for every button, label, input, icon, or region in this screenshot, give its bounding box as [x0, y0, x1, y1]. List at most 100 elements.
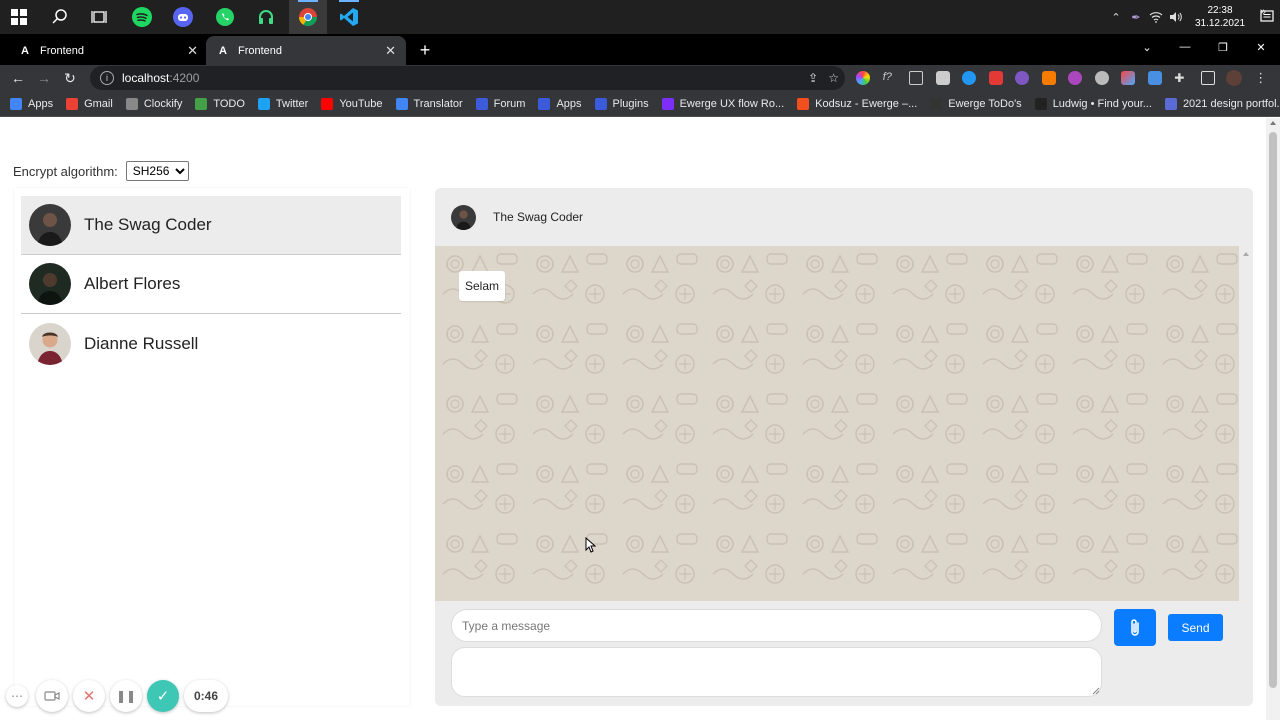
- pause-icon[interactable]: ❚❚: [110, 680, 142, 712]
- encrypt-algorithm-select[interactable]: SH256: [125, 161, 189, 181]
- chat-messages-area: Selam: [435, 246, 1239, 601]
- close-tab-icon[interactable]: ✕: [385, 43, 396, 59]
- spotify-icon[interactable]: [123, 0, 161, 34]
- scrollbar-thumb[interactable]: [1269, 132, 1277, 688]
- gmail-icon: [66, 97, 79, 110]
- chrome-menu-icon[interactable]: ⋮: [1248, 65, 1275, 91]
- bookmark-item[interactable]: Apps: [10, 97, 53, 110]
- close-window-icon[interactable]: ✕: [1242, 34, 1280, 60]
- bookmark-item[interactable]: Ludwig • Find your...: [1034, 97, 1152, 110]
- fox-extension-icon[interactable]: [1036, 65, 1063, 91]
- twitter-icon: [257, 97, 270, 110]
- notion-icon: [930, 97, 943, 110]
- notifications-icon[interactable]: [1254, 0, 1280, 34]
- headset-app-icon[interactable]: [247, 0, 285, 34]
- task-view-icon[interactable]: [80, 0, 118, 34]
- chat-panel: The Swag Coder Selam Type a message Send: [435, 188, 1253, 706]
- volume-icon[interactable]: [1166, 0, 1186, 34]
- bookmark-item[interactable]: Translator: [395, 97, 463, 110]
- bookmark-item[interactable]: Ewerge ToDo's: [930, 97, 1022, 110]
- bookmark-item[interactable]: YouTube: [321, 97, 383, 110]
- cloud-extension-icon[interactable]: [1089, 65, 1116, 91]
- share-icon[interactable]: ⇪: [808, 71, 818, 85]
- todo-check-icon: [195, 97, 208, 110]
- wifi-icon[interactable]: [1146, 0, 1166, 34]
- close-tab-icon[interactable]: ✕: [187, 43, 198, 59]
- bookmark-item[interactable]: TODO: [195, 97, 245, 110]
- discord-icon[interactable]: [164, 0, 202, 34]
- minimize-icon[interactable]: —: [1166, 34, 1204, 60]
- more-options-icon[interactable]: ⋯: [6, 685, 28, 707]
- contact-name: Albert Flores: [84, 274, 181, 293]
- contacts-panel: The Swag Coder Albert Flores Dianne Russ…: [14, 188, 410, 706]
- font-extension-icon[interactable]: f?: [877, 65, 904, 91]
- contact-item[interactable]: Albert Flores: [21, 255, 401, 314]
- bookmark-star-icon[interactable]: ☆: [828, 71, 839, 85]
- bookmark-label: Translator: [413, 97, 463, 110]
- bookmark-item[interactable]: Forum: [475, 97, 525, 110]
- search-icon[interactable]: [41, 0, 79, 34]
- scroll-up-icon[interactable]: [1270, 121, 1276, 125]
- restore-icon[interactable]: ❐: [1204, 34, 1242, 60]
- whatsapp-icon[interactable]: [206, 0, 244, 34]
- forward-arrow-icon[interactable]: →: [31, 65, 57, 91]
- blue-extension-icon[interactable]: [956, 65, 983, 91]
- more-bookmarks-icon[interactable]: »: [1260, 6, 1266, 18]
- message-textarea[interactable]: [451, 647, 1102, 697]
- profile-avatar-icon[interactable]: [1221, 65, 1248, 91]
- send-button[interactable]: Send: [1168, 614, 1223, 641]
- bookmark-item[interactable]: 2021 design portfol...: [1164, 97, 1280, 110]
- chevron-up-icon[interactable]: ⌃: [1106, 0, 1126, 34]
- avatar: [29, 263, 71, 305]
- taskbar-clock[interactable]: 22:38 31.12.2021: [1192, 4, 1248, 30]
- url-host: localhost: [122, 71, 170, 85]
- page-scrollbar[interactable]: [1266, 118, 1280, 720]
- message-input[interactable]: [451, 609, 1102, 642]
- attach-file-button[interactable]: [1114, 609, 1156, 646]
- bookmark-item[interactable]: Kodsuz - Ewerge –...: [797, 97, 918, 110]
- back-arrow-icon[interactable]: ←: [5, 65, 31, 91]
- browser-tab[interactable]: A Frontend ✕: [8, 36, 208, 65]
- pink-extension-icon[interactable]: [1062, 65, 1089, 91]
- color-picker-extension-icon[interactable]: [850, 65, 877, 91]
- side-panel-icon[interactable]: [1195, 65, 1222, 91]
- window-extension-icon[interactable]: [903, 65, 930, 91]
- multicolor-extension-icon[interactable]: [1115, 65, 1142, 91]
- scroll-up-icon[interactable]: [1243, 252, 1249, 256]
- bookmark-label: Twitter: [275, 97, 309, 110]
- vscode-icon[interactable]: [330, 0, 368, 34]
- finish-recording-icon[interactable]: ✓: [147, 680, 179, 712]
- bookmarks-bar: Apps Gmail Clockify TODO Twitter YouTube Trans…: [0, 91, 1280, 117]
- doc-extension-icon[interactable]: [1142, 65, 1169, 91]
- bookmark-item[interactable]: Clockify: [125, 97, 182, 110]
- bookmark-item[interactable]: Apps: [538, 97, 582, 110]
- chrome-icon[interactable]: [289, 0, 327, 34]
- camera-extension-icon[interactable]: [930, 65, 957, 91]
- site-info-icon[interactable]: i: [100, 71, 114, 85]
- bookmark-item[interactable]: Twitter: [257, 97, 309, 110]
- purple-extension-icon[interactable]: [1009, 65, 1036, 91]
- contact-item[interactable]: Dianne Russell: [21, 314, 401, 373]
- pen-icon[interactable]: ✒: [1126, 0, 1146, 34]
- chat-header: The Swag Coder: [435, 188, 1253, 246]
- contact-item[interactable]: The Swag Coder: [21, 196, 401, 255]
- red-extension-icon[interactable]: [983, 65, 1010, 91]
- ludwig-icon: [1034, 97, 1047, 110]
- cancel-recording-icon[interactable]: ✕: [73, 680, 105, 712]
- bookmark-item[interactable]: Gmail: [66, 97, 113, 110]
- system-tray: ⌃ ✒ 22:38 31.12.2021: [1106, 0, 1280, 34]
- new-tab-icon[interactable]: +: [414, 39, 436, 61]
- tab-search-icon[interactable]: ⌄: [1128, 34, 1166, 60]
- page-content: Encrypt algorithm: SH256 The Swag Coder …: [0, 118, 1266, 720]
- reload-icon[interactable]: ↻: [57, 65, 83, 91]
- browser-tab-active[interactable]: A Frontend ✕: [206, 36, 406, 65]
- puzzle-extensions-icon[interactable]: ✚: [1168, 65, 1195, 91]
- chat-scrollbar[interactable]: [1239, 246, 1253, 601]
- bookmark-label: Kodsuz - Ewerge –...: [815, 97, 918, 110]
- bookmark-item[interactable]: Plugins: [594, 97, 649, 110]
- bookmark-item[interactable]: Ewerge UX flow Ro...: [661, 97, 784, 110]
- windows-start-icon[interactable]: [0, 0, 38, 34]
- resize-grip-icon[interactable]: [1092, 687, 1100, 695]
- camera-toggle-icon[interactable]: [36, 680, 68, 712]
- address-bar[interactable]: i localhost:4200 ⇪ ☆: [90, 66, 845, 90]
